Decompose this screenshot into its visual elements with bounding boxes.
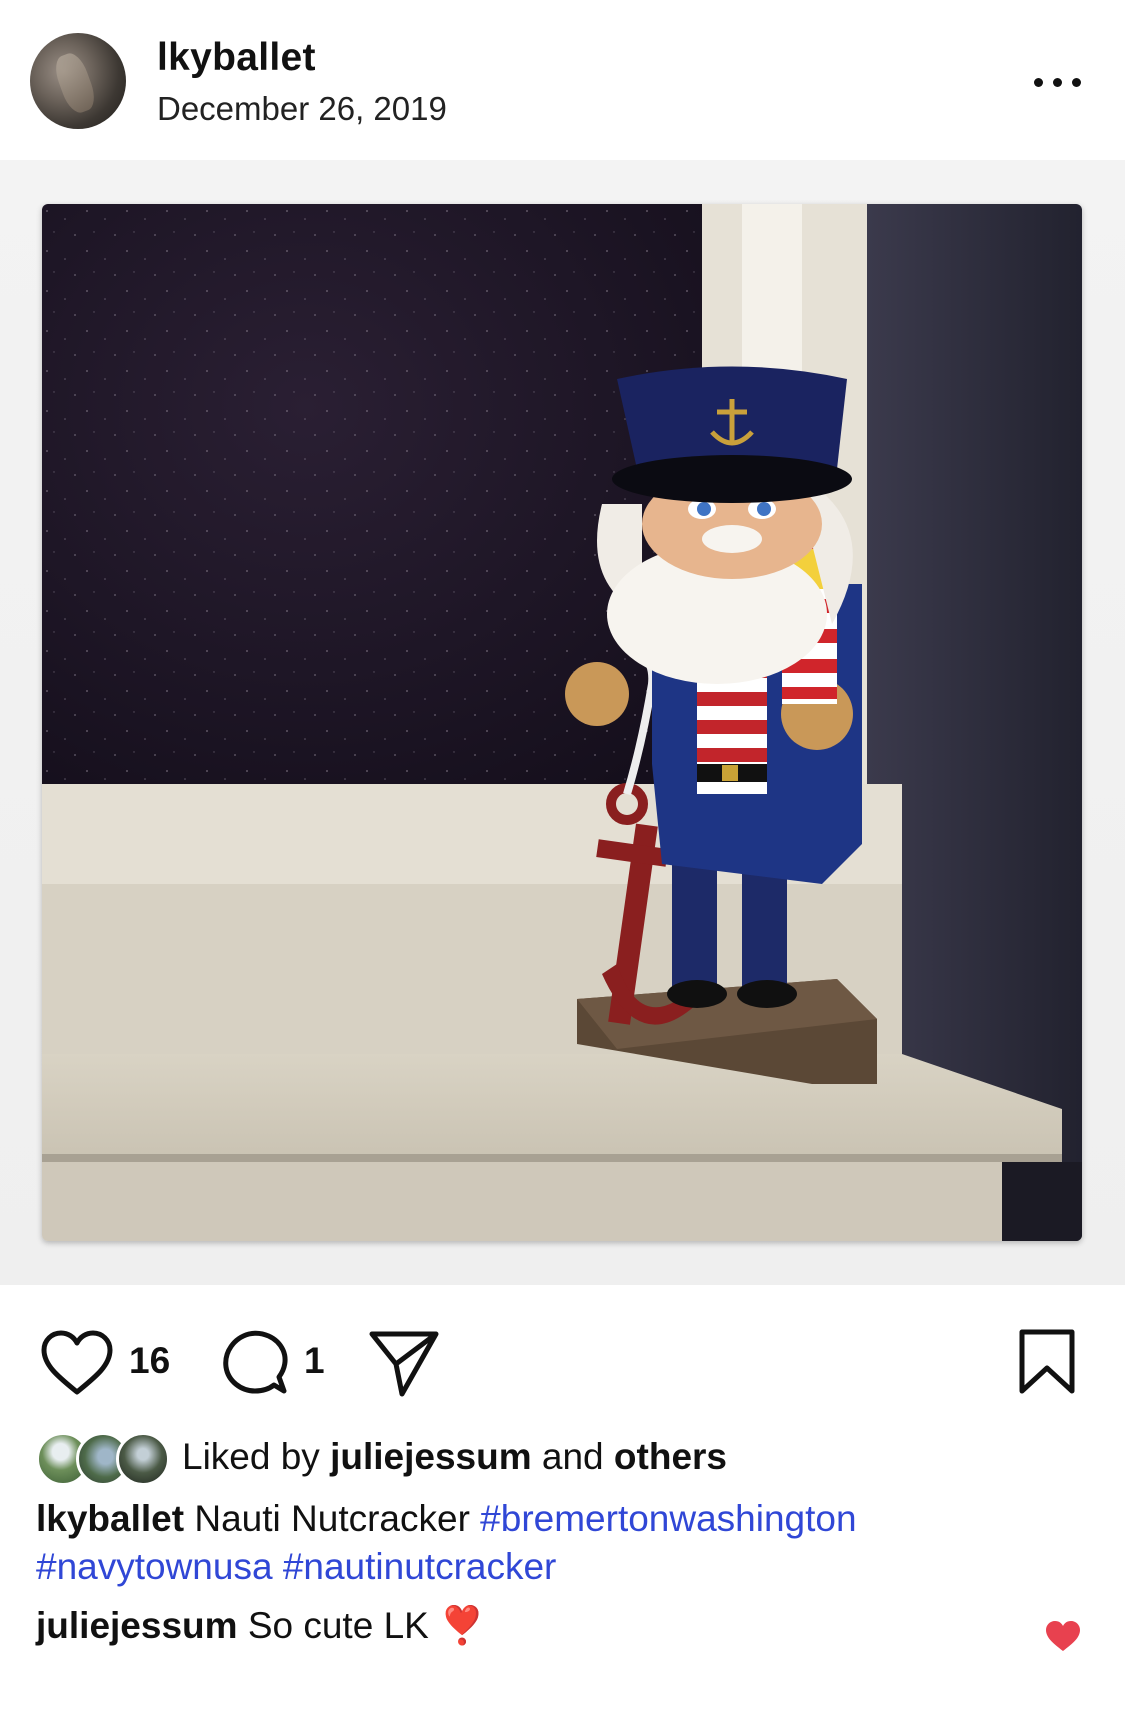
comment-emoji: ❣️ (439, 1605, 486, 1646)
post-photo[interactable] (42, 204, 1082, 1241)
comment-username[interactable]: juliejessum (36, 1605, 238, 1646)
bookmark-icon[interactable] (1018, 1328, 1076, 1396)
comment-text: So cute LK (247, 1605, 429, 1646)
nutcracker-photo (42, 204, 1082, 1241)
liked-by-prefix: Liked by (182, 1436, 320, 1477)
caption-username[interactable]: lkyballet (36, 1498, 184, 1539)
post-date: December 26, 2019 (157, 90, 447, 127)
liker-avatar (116, 1432, 170, 1486)
profile-avatar[interactable] (30, 33, 126, 129)
liked-by-and: and (541, 1436, 604, 1477)
post-header: lkyballet December 26, 2019 (0, 0, 1125, 160)
action-bar: 16 1 (0, 1310, 1125, 1400)
liked-by-user[interactable]: juliejessum (330, 1436, 532, 1477)
post-caption: lkyballet Nauti Nutcracker #bremertonwas… (36, 1495, 1086, 1591)
caption-text: Nauti Nutcracker (194, 1498, 470, 1539)
post-media-frame (0, 160, 1125, 1285)
likes-summary[interactable]: Liked by juliejessum and others (36, 1428, 1096, 1486)
liked-by-others[interactable]: others (614, 1436, 727, 1477)
hashtag-link[interactable]: #nautinutcracker (283, 1546, 557, 1587)
hashtag-link[interactable]: #bremertonwashington (480, 1498, 856, 1539)
post-username[interactable]: lkyballet (157, 36, 316, 80)
hashtag-link[interactable]: #navytownusa (36, 1546, 273, 1587)
like-count[interactable]: 16 (129, 1340, 170, 1382)
heart-icon[interactable] (40, 1330, 114, 1396)
share-icon[interactable] (368, 1328, 440, 1400)
comment-count[interactable]: 1 (304, 1340, 325, 1382)
liked-by-text: Liked by juliejessum and others (182, 1436, 727, 1478)
comment-row: juliejessum So cute LK ❣️ (36, 1605, 1096, 1648)
comment-icon[interactable] (220, 1328, 290, 1398)
more-options-icon[interactable] (1028, 68, 1088, 98)
comment-like-heart-icon[interactable] (1045, 1620, 1081, 1652)
